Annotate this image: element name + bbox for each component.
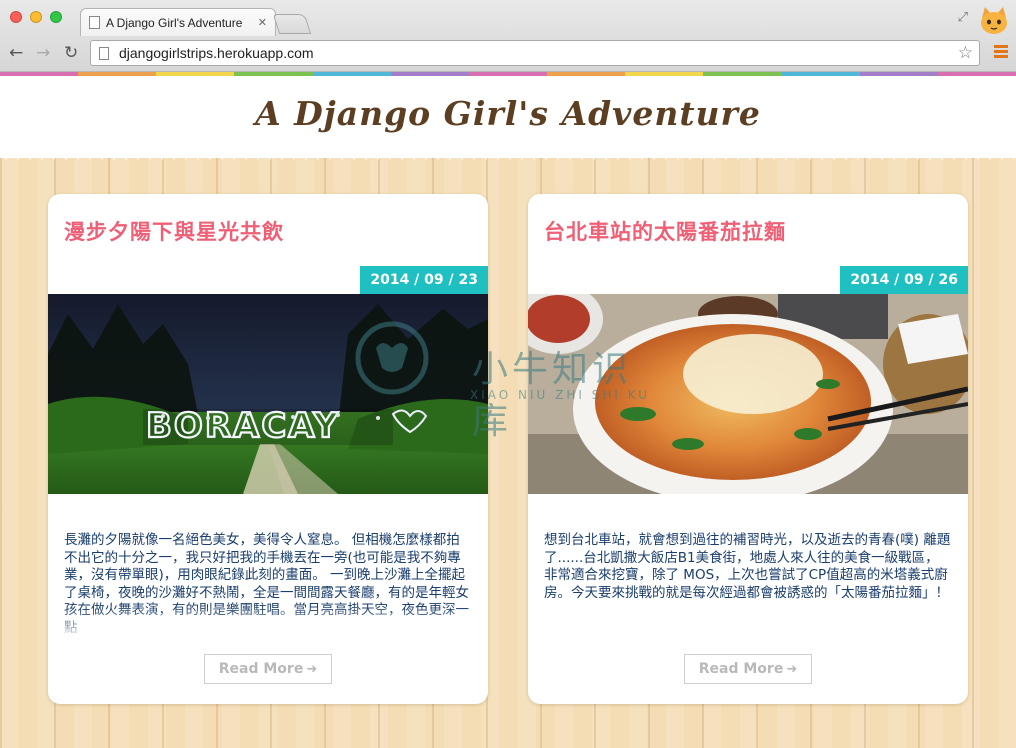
bookmark-star-icon[interactable]: ☆	[958, 43, 973, 63]
close-tab-icon[interactable]: ✕	[258, 16, 267, 29]
read-more-button[interactable]: Read More ➜	[204, 654, 332, 684]
read-more-label: Read More	[218, 661, 304, 677]
fullscreen-icon[interactable]: ⤢	[958, 10, 968, 25]
site-header: A Django Girl's Adventure	[0, 76, 1016, 158]
back-arrow-icon[interactable]: ←	[9, 43, 23, 63]
post-title[interactable]: 台北車站的太陽番茄拉麵	[544, 216, 786, 246]
window-controls	[10, 11, 62, 23]
post-card: 漫步夕陽下與星光共飲 2014 / 09 / 23 BORACAY 長灘的夕陽就…	[48, 194, 488, 704]
read-more-label: Read More	[698, 661, 784, 677]
excerpt-text: 想到台北車站，就會想到過往的補習時光，以及逝去的青春(噗) 離題了......台…	[544, 532, 951, 601]
new-tab-button[interactable]	[272, 14, 312, 34]
boracay-night-photo[interactable]: BORACAY	[48, 294, 488, 494]
header-zigzag-edge	[0, 150, 1016, 160]
forward-arrow-icon[interactable]: →	[36, 43, 50, 63]
hamburger-menu-icon[interactable]	[994, 45, 1008, 59]
minimize-window-button[interactable]	[30, 11, 42, 23]
maximize-window-button[interactable]	[50, 11, 62, 23]
browser-toolbar: ← → ↻ djangogirlstrips.herokuapp.com ☆	[0, 37, 1016, 70]
arrow-right-icon: ➜	[306, 661, 318, 677]
page-icon	[89, 16, 100, 29]
post-date-badge: 2014 / 09 / 26	[840, 266, 968, 294]
browser-tab[interactable]: A Django Girl's Adventure ✕	[80, 8, 276, 36]
boracay-light-text: BORACAY	[146, 406, 340, 446]
post-title[interactable]: 漫步夕陽下與星光共飲	[64, 216, 284, 246]
post-card: 台北車站的太陽番茄拉麵 2014 / 09 / 26 想到台北車站，就會想到過往…	[528, 194, 968, 704]
read-more-button[interactable]: Read More ➜	[684, 654, 812, 684]
reload-icon[interactable]: ↻	[64, 43, 78, 63]
post-excerpt: 長灘的夕陽就像一名絕色美女，美得令人窒息。 但相機怎麼樣都拍不出它的十分之一，我…	[64, 532, 472, 640]
site-title[interactable]: A Django Girl's Adventure	[0, 94, 1016, 133]
excerpt-fade	[64, 606, 472, 640]
url-text[interactable]: djangogirlstrips.herokuapp.com	[119, 45, 958, 61]
post-date-badge: 2014 / 09 / 23	[360, 266, 488, 294]
browser-chrome: A Django Girl's Adventure ✕ ⤢ ← → ↻ djan…	[0, 0, 1016, 72]
tab-title: A Django Girl's Adventure	[106, 15, 243, 30]
user-profile-cat-icon[interactable]	[978, 4, 1010, 36]
close-window-button[interactable]	[10, 11, 22, 23]
arrow-right-icon: ➜	[786, 661, 798, 677]
address-bar[interactable]: djangogirlstrips.herokuapp.com ☆	[90, 40, 980, 66]
page-icon	[99, 46, 109, 60]
post-excerpt: 想到台北車站，就會想到過往的補習時光，以及逝去的青春(噗) 離題了......台…	[544, 532, 952, 640]
tomato-ramen-photo[interactable]	[528, 294, 968, 494]
